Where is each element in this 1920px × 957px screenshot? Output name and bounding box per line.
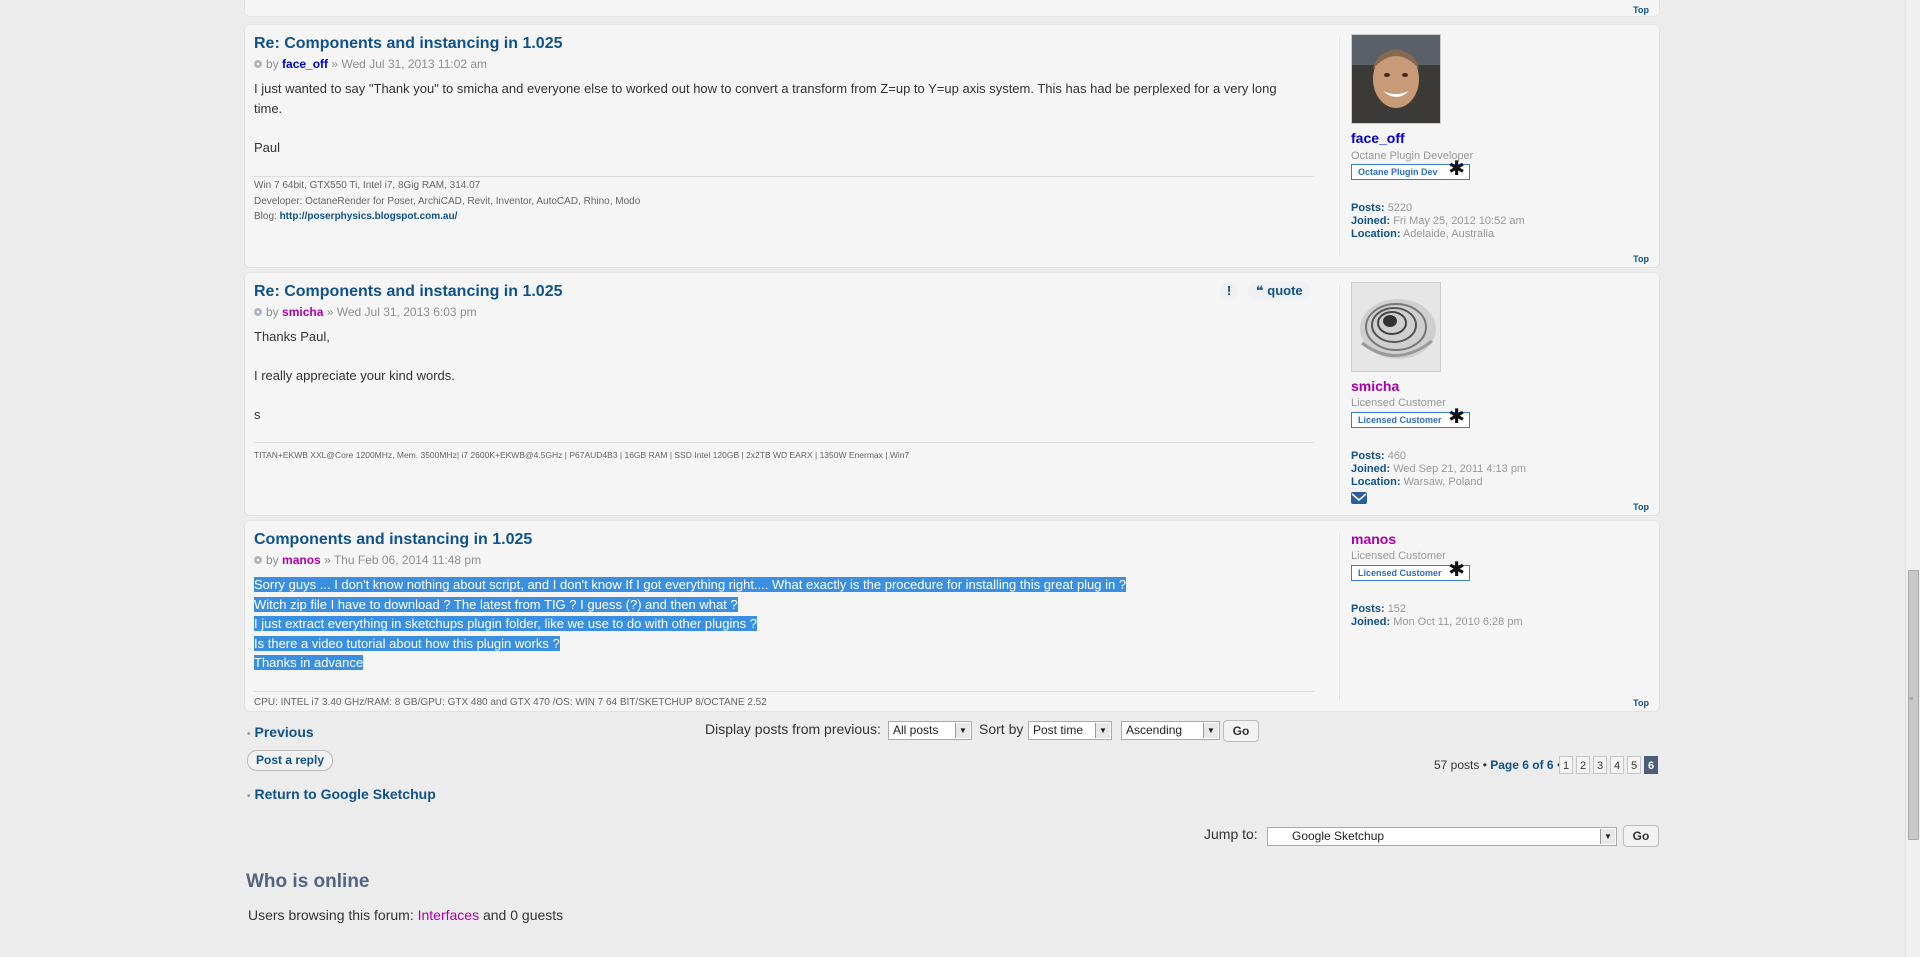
sort-key-select[interactable]: Post time ▼ — [1028, 721, 1112, 740]
signature-divider — [254, 442, 1314, 443]
page-link-4[interactable]: 4 — [1610, 756, 1624, 774]
post-author-link[interactable]: smicha — [282, 305, 323, 319]
octane-logo-icon: ✱ — [1448, 559, 1465, 581]
page-link-2[interactable]: 2 — [1576, 756, 1590, 774]
post-date: » Thu Feb 06, 2014 11:48 pm — [324, 553, 482, 567]
post-date: » Wed Jul 31, 2013 11:02 am — [331, 57, 488, 71]
display-posts-label: Display posts from previous: — [705, 721, 881, 737]
profile-username[interactable]: manos — [1351, 531, 1396, 547]
email-icon[interactable] — [1351, 492, 1367, 504]
profile-joined: Joined: Fri May 25, 2012 10:52 am — [1351, 215, 1525, 227]
signature: Win 7 64bit, GTX550 Ti, Intel i7, 8Gig R… — [254, 180, 641, 222]
top-link[interactable]: Top — [1633, 5, 1649, 15]
jump-go-button[interactable]: Go — [1623, 825, 1659, 847]
profile-posts: Posts: 5220 — [1351, 202, 1413, 214]
return-to-forum-link[interactable]: • Return to Google Sketchup — [247, 786, 436, 802]
post-author-link[interactable]: manos — [282, 553, 321, 567]
signature: TITAN+EKWB XXL@Core 1200MHz, Mem. 3500MH… — [254, 450, 910, 460]
top-link[interactable]: Top — [1633, 502, 1649, 512]
post-title[interactable]: Re: Components and instancing in 1.025 — [254, 283, 563, 301]
sort-order-select[interactable]: Ascending ▼ — [1121, 721, 1220, 740]
octane-logo-icon: ✱ — [1448, 158, 1465, 180]
post-icon[interactable] — [254, 308, 262, 316]
post-1: Re: Components and instancing in 1.025 b… — [244, 24, 1660, 268]
post-title[interactable]: Re: Components and instancing in 1.025 — [254, 35, 563, 53]
post-content: Sorry guys ... I don't know nothing abou… — [254, 577, 1127, 670]
quote-icon: ❝ — [1256, 283, 1264, 298]
chevron-down-icon: ▼ — [1203, 723, 1218, 738]
page-link-1[interactable]: 1 — [1559, 756, 1573, 774]
post-byline: by face_off » Wed Jul 31, 2013 11:02 am — [254, 57, 487, 71]
post-icon[interactable] — [254, 556, 262, 564]
profile-rank: Licensed Customer — [1351, 397, 1446, 409]
post-content: I just wanted to say "Thank you" to smic… — [254, 81, 1277, 155]
profile-location: Location: Warsaw, Poland — [1351, 476, 1483, 488]
profile-joined: Joined: Mon Oct 11, 2010 6:28 pm — [1351, 616, 1523, 628]
page-scrollbar[interactable]: ≡ — [1905, 0, 1920, 957]
jump-to-label: Jump to: — [1204, 826, 1258, 842]
page-link-3[interactable]: 3 — [1593, 756, 1607, 774]
avatar[interactable] — [1351, 282, 1441, 372]
signature: CPU: INTEL i7 3.40 GHz/RAM: 8 GB/GPU: GT… — [254, 697, 767, 708]
post-content: Thanks Paul, I really appreciate your ki… — [254, 329, 455, 422]
pagination-info: 57 posts • Page 6 of 6 • — [1434, 758, 1561, 772]
post-byline: by manos » Thu Feb 06, 2014 11:48 pm — [254, 553, 481, 567]
scrollbar-grip-icon: ≡ — [1909, 696, 1914, 703]
post-3: Components and instancing in 1.025 by ma… — [244, 520, 1660, 712]
chevron-down-icon: ▼ — [1095, 723, 1110, 738]
profile-username[interactable]: smicha — [1351, 378, 1399, 394]
post-date: » Wed Jul 31, 2013 6:03 pm — [326, 305, 477, 319]
profile-posts: Posts: 152 — [1351, 603, 1407, 615]
signature-divider — [254, 176, 1314, 177]
jump-to-select[interactable]: Google Sketchup ▼ — [1267, 827, 1617, 846]
post-author-link[interactable]: face_off — [282, 57, 328, 71]
profile-joined: Joined: Wed Sep 21, 2011 4:13 pm — [1351, 463, 1527, 475]
page-of-link[interactable]: Page 6 of 6 — [1490, 758, 1553, 772]
post-reply-button[interactable]: Post a reply — [247, 750, 333, 771]
rank-badge: Licensed Customer ✱ — [1351, 560, 1470, 581]
page-link-5[interactable]: 5 — [1627, 756, 1641, 774]
chevron-down-icon: ▼ — [955, 723, 970, 738]
top-link[interactable]: Top — [1633, 698, 1649, 708]
top-link[interactable]: Top — [1633, 254, 1649, 264]
signature-blog-link[interactable]: http://poserphysics.blogspot.com.au/ — [280, 211, 458, 222]
profile-username[interactable]: face_off — [1351, 130, 1405, 146]
octane-logo-icon: ✱ — [1448, 406, 1465, 428]
rank-badge: Octane Plugin Dev ✱ — [1351, 159, 1470, 180]
profile-location: Location: Adelaide, Australia — [1351, 228, 1495, 240]
report-button[interactable]: ! — [1220, 282, 1238, 300]
online-user-link[interactable]: Interfaces — [418, 907, 479, 923]
signature-divider — [254, 691, 1314, 692]
chevron-down-icon: ▼ — [1600, 829, 1615, 844]
post-title[interactable]: Components and instancing in 1.025 — [254, 531, 532, 549]
display-posts-select[interactable]: All posts ▼ — [888, 721, 972, 740]
quote-button[interactable]: ❝ quote — [1248, 282, 1311, 300]
profile-posts: Posts: 460 — [1351, 450, 1407, 462]
who-is-online-heading: Who is online — [246, 871, 370, 892]
rank-badge: Licensed Customer ✱ — [1351, 407, 1470, 428]
avatar[interactable] — [1351, 34, 1441, 124]
profile-rank: Licensed Customer — [1351, 550, 1446, 562]
post-2: Re: Components and instancing in 1.025 b… — [244, 272, 1660, 516]
sort-go-button[interactable]: Go — [1223, 720, 1259, 742]
who-is-online-text: Users browsing this forum: Interfaces an… — [248, 907, 564, 923]
post-prev-tail: Top — [244, 0, 1660, 17]
previous-link[interactable]: • Previous — [247, 724, 314, 740]
page-link-6-current: 6 — [1644, 756, 1658, 774]
post-byline: by smicha » Wed Jul 31, 2013 6:03 pm — [254, 305, 477, 319]
scrollbar-thumb[interactable] — [1908, 570, 1919, 840]
sort-by-label: Sort by — [979, 721, 1024, 737]
post-icon[interactable] — [254, 60, 262, 68]
